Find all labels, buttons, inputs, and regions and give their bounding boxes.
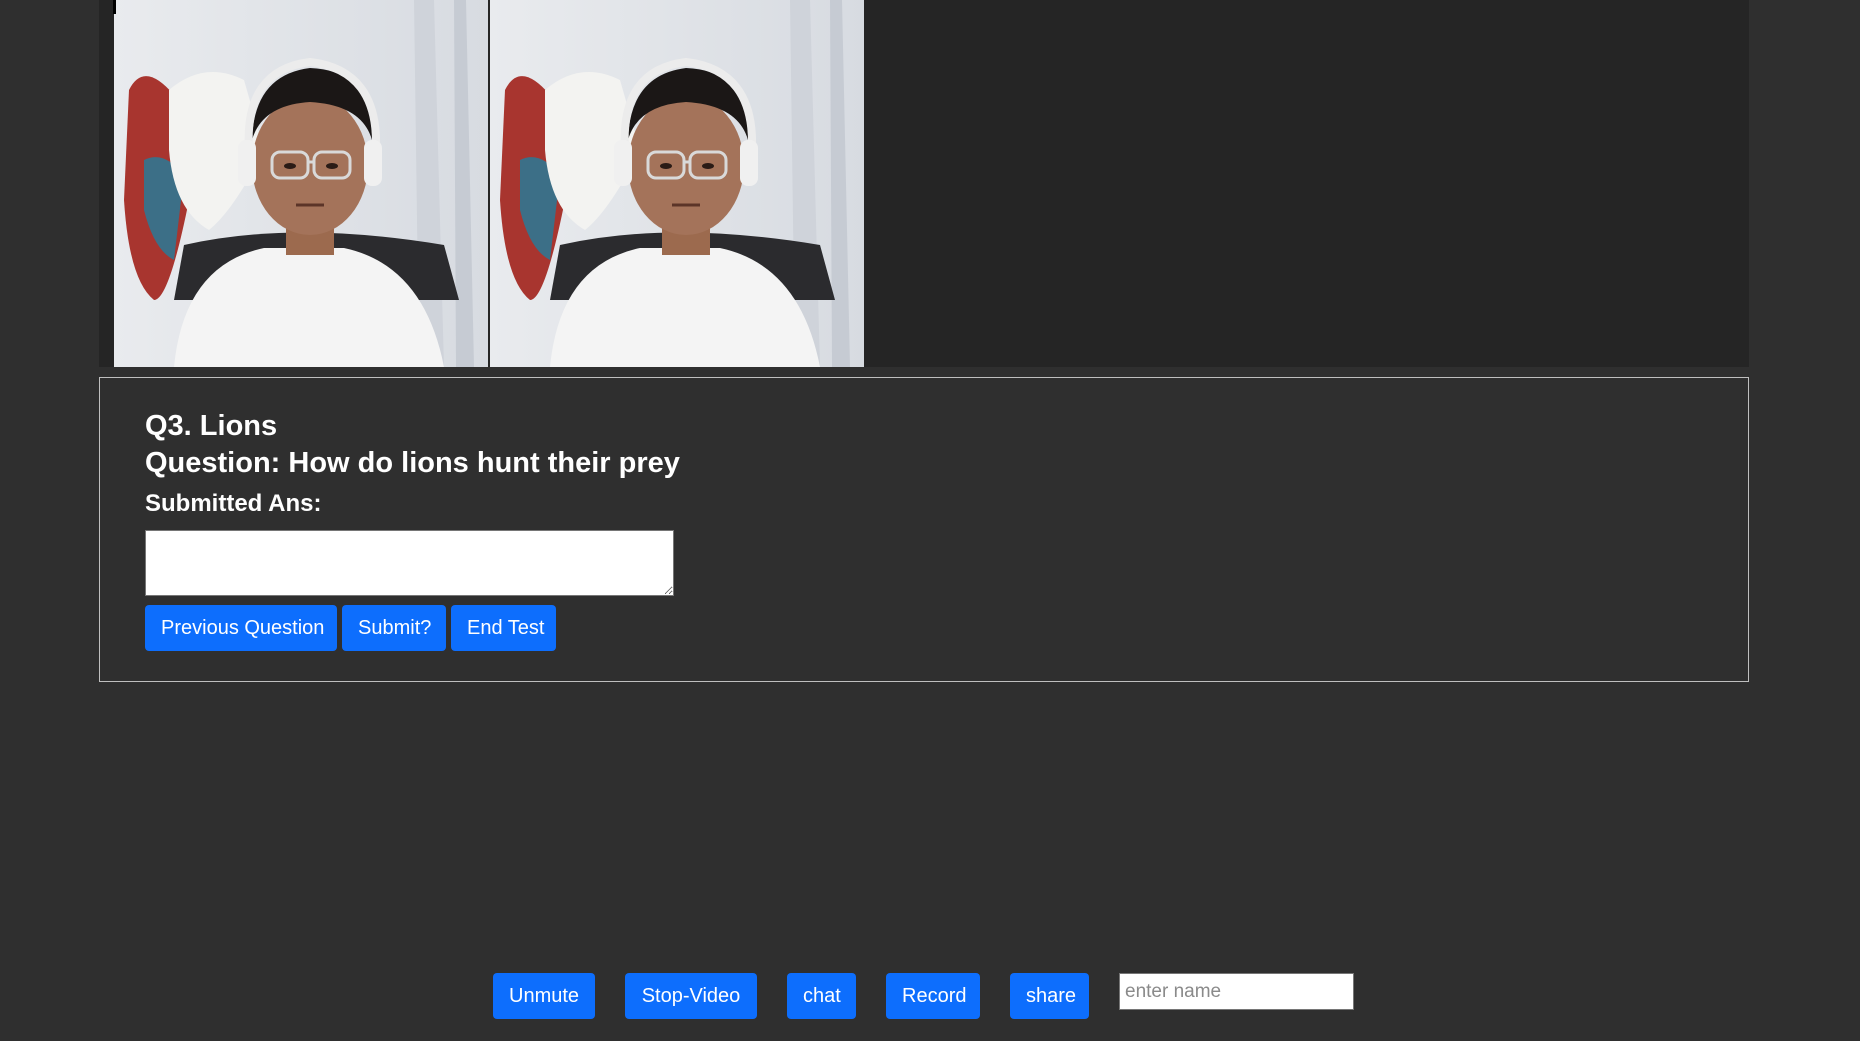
end-test-button[interactable]: End Test <box>451 605 556 651</box>
answer-label: Submitted Ans: <box>145 490 322 517</box>
stop-video-button[interactable]: Stop-Video <box>625 973 757 1019</box>
share-button[interactable]: share <box>1010 973 1089 1019</box>
question-panel: Q3. Lions Question: How do lions hunt th… <box>99 377 1749 682</box>
record-button[interactable]: Record <box>886 973 980 1019</box>
question-text: Question: How do lions hunt their prey <box>145 447 680 479</box>
name-input[interactable] <box>1119 973 1354 1010</box>
question-title: Q3. Lions <box>145 410 278 442</box>
video-grid <box>99 0 1749 367</box>
unmute-button[interactable]: Unmute <box>493 973 595 1019</box>
webcam-feed-icon <box>490 0 864 367</box>
participant-video-2[interactable] <box>490 0 864 367</box>
previous-question-button[interactable]: Previous Question <box>145 605 337 651</box>
video-corner-marker <box>113 0 116 14</box>
app-root: Q3. Lions Question: How do lions hunt th… <box>0 0 1860 1041</box>
participant-video-1[interactable] <box>114 0 488 367</box>
answer-textarea[interactable] <box>145 530 674 596</box>
submit-button[interactable]: Submit? <box>342 605 446 651</box>
chat-button[interactable]: chat <box>787 973 856 1019</box>
webcam-feed-icon <box>114 0 488 367</box>
